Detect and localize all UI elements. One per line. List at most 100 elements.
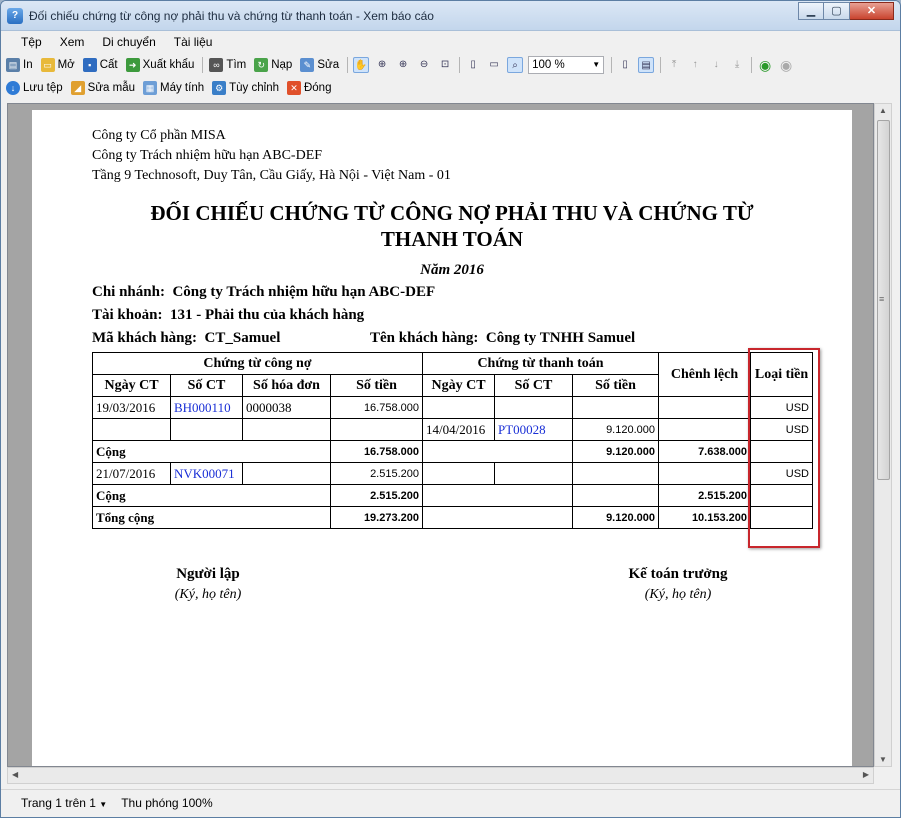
- table-header-row: Chứng từ công nợ Chứng từ thanh toán Chê…: [92, 352, 813, 397]
- save-label: Cất: [99, 58, 118, 71]
- zoom-select[interactable]: 100 % ▼: [528, 55, 605, 74]
- back-icon[interactable]: ◉: [757, 57, 773, 73]
- customize-icon: ⚙: [212, 80, 227, 95]
- save-button[interactable]: ▪ Cất: [82, 55, 119, 75]
- export-label: Xuất khẩu: [142, 58, 195, 71]
- header-currency: Loại tiền: [750, 352, 813, 397]
- maximize-button[interactable]: ▢: [824, 1, 850, 20]
- template-icon: ◢: [70, 80, 85, 95]
- grand-total-pay-amount: 9.120.000: [572, 506, 659, 529]
- header-amount: Số tiền: [330, 374, 423, 397]
- forward-icon[interactable]: ◉: [778, 57, 794, 73]
- grand-total-amount: 19.273.200: [330, 506, 423, 529]
- grand-total-label: Tổng cộng: [92, 506, 331, 529]
- table-row: 21/07/2016 NVK00071 2.515.200 USD: [92, 462, 813, 485]
- zoom-in-icon[interactable]: ⊕: [395, 57, 411, 73]
- subtotal-row: Cộng 16.758.000 9.120.000 7.638.000: [92, 440, 813, 463]
- last-page-icon[interactable]: ⤓: [729, 57, 745, 73]
- account-info: Tài khoản: 131 - Phải thu của khách hàng: [92, 307, 364, 324]
- previous-page-icon[interactable]: ↑: [687, 57, 703, 73]
- header-pay-docno: Số CT: [494, 374, 573, 397]
- first-page-icon[interactable]: ⤒: [666, 57, 682, 73]
- subtotal-row: Cộng 2.515.200 2.515.200: [92, 484, 813, 507]
- cell-invoice: 0000038: [242, 396, 331, 419]
- fit-width-icon[interactable]: ▭: [486, 57, 502, 73]
- close-window-button[interactable]: ✕: [850, 1, 894, 20]
- customer-name-info: Tên khách hàng: Công ty TNHH Samuel: [370, 330, 635, 347]
- scroll-right-icon[interactable]: ▶: [863, 770, 869, 779]
- report-canvas[interactable]: Công ty Cổ phần MISA Công ty Trách nhiệm…: [7, 103, 874, 767]
- edit-template-button[interactable]: ◢ Sửa mẫu: [70, 78, 136, 98]
- toolbar-separator: [202, 56, 204, 73]
- calculator-button[interactable]: ▦ Máy tính: [142, 78, 205, 98]
- toolbar-separator: [459, 56, 461, 73]
- scroll-up-icon[interactable]: ▲: [879, 106, 887, 115]
- fit-page-icon[interactable]: ▯: [465, 57, 481, 73]
- doc-link[interactable]: BH000110: [170, 396, 243, 419]
- header-debt-docs: Chứng từ công nợ: [92, 352, 423, 375]
- chief-accountant-role: Kế toán trưởng: [628, 566, 728, 582]
- subtotal-amount: 16.758.000: [330, 440, 423, 463]
- zoom-area-icon[interactable]: ⊡: [437, 57, 453, 73]
- scroll-left-icon[interactable]: ◀: [12, 770, 18, 779]
- menu-navigate[interactable]: Di chuyển: [94, 35, 165, 49]
- table-row: 14/04/2016 PT00028 9.120.000 USD: [92, 418, 813, 441]
- scroll-down-icon[interactable]: ▼: [879, 755, 887, 764]
- hand-tool-icon[interactable]: ✋: [353, 56, 370, 73]
- horizontal-scrollbar[interactable]: ◀ ▶: [7, 767, 874, 784]
- minimize-button[interactable]: ▁: [798, 1, 824, 20]
- payment-doc-link[interactable]: PT00028: [494, 418, 573, 441]
- vertical-scrollbar[interactable]: ▲ ≡ ▼: [874, 103, 892, 767]
- cell-pay-amount: [572, 462, 659, 485]
- customer-code-info: Mã khách hàng: CT_Samuel: [92, 330, 280, 347]
- title-bar: ? Đối chiếu chứng từ công nợ phải thu và…: [1, 1, 900, 31]
- open-button[interactable]: ▭ Mở: [40, 55, 76, 75]
- close-report-button[interactable]: ✕ Đóng: [286, 78, 333, 98]
- menu-bar: Tệp Xem Di chuyển Tài liệu: [1, 31, 900, 53]
- cell-date: [92, 418, 171, 441]
- cell-pay-amount: 9.120.000: [572, 418, 659, 441]
- customize-button[interactable]: ⚙ Tùy chỉnh: [211, 78, 280, 98]
- single-page-icon[interactable]: ▯: [617, 57, 633, 73]
- window-title: Đối chiếu chứng từ công nợ phải thu và c…: [29, 8, 434, 23]
- export-button[interactable]: ➜ Xuất khẩu: [125, 55, 196, 75]
- header-payment-docs: Chứng từ thanh toán: [422, 352, 659, 375]
- cell-amount: 16.758.000: [330, 396, 423, 419]
- company-address: Tầng 9 Technosoft, Duy Tân, Cầu Giấy, Hà…: [92, 168, 451, 183]
- toolbar-main: ▤ In ▭ Mở ▪ Cất ➜ Xuất khẩu ∞ Tìm ↻ Nạp ✎ Sửa ✋…: [1, 53, 900, 76]
- find-button[interactable]: ∞ Tìm: [208, 55, 247, 75]
- edit-label: Sửa: [317, 58, 340, 71]
- page-indicator[interactable]: Trang 1 trên 1 ▼: [21, 796, 107, 810]
- subtotal-currency: [750, 440, 813, 463]
- chief-accountant-note: (Ký, họ tên): [644, 587, 712, 602]
- load-label: Nạp: [271, 58, 293, 71]
- branch-company-name: Công ty Trách nhiệm hữu hạn ABC-DEF: [92, 148, 323, 163]
- report-page: Công ty Cổ phần MISA Công ty Trách nhiệm…: [32, 110, 852, 766]
- refresh-icon: ↻: [254, 57, 269, 72]
- next-page-icon[interactable]: ↓: [708, 57, 724, 73]
- header-pay-date: Ngày CT: [422, 374, 495, 397]
- subtotal-pay-amount: [572, 484, 659, 507]
- menu-file[interactable]: Tệp: [13, 35, 52, 49]
- actual-size-icon[interactable]: ⌕: [507, 56, 524, 73]
- chevron-down-icon: ▼: [99, 799, 108, 809]
- load-button[interactable]: ↻ Nạp: [253, 55, 293, 75]
- preparer-note: (Ký, họ tên): [174, 587, 242, 602]
- edit-button[interactable]: ✎ Sửa: [299, 55, 340, 75]
- page-indicator-text: Trang 1 trên 1: [21, 795, 96, 810]
- save-file-label: Lưu tệp: [23, 81, 63, 94]
- cell-diff: [658, 396, 751, 419]
- continuous-page-icon[interactable]: ▤: [638, 56, 655, 73]
- menu-view[interactable]: Xem: [52, 35, 95, 49]
- print-button[interactable]: ▤ In: [5, 55, 34, 75]
- doc-link[interactable]: NVK00071: [170, 462, 243, 485]
- zoom-tool-icon[interactable]: ⊕: [374, 57, 390, 73]
- cell-invoice: [242, 462, 331, 485]
- subtotal-empty: [422, 484, 573, 507]
- printer-icon: ▤: [6, 57, 20, 72]
- save-file-button[interactable]: ↓ Lưu tệp: [5, 78, 64, 98]
- header-docno: Số CT: [170, 374, 243, 397]
- menu-document[interactable]: Tài liệu: [166, 35, 223, 49]
- zoom-out-icon[interactable]: ⊖: [416, 57, 432, 73]
- cell-docno: [170, 418, 243, 441]
